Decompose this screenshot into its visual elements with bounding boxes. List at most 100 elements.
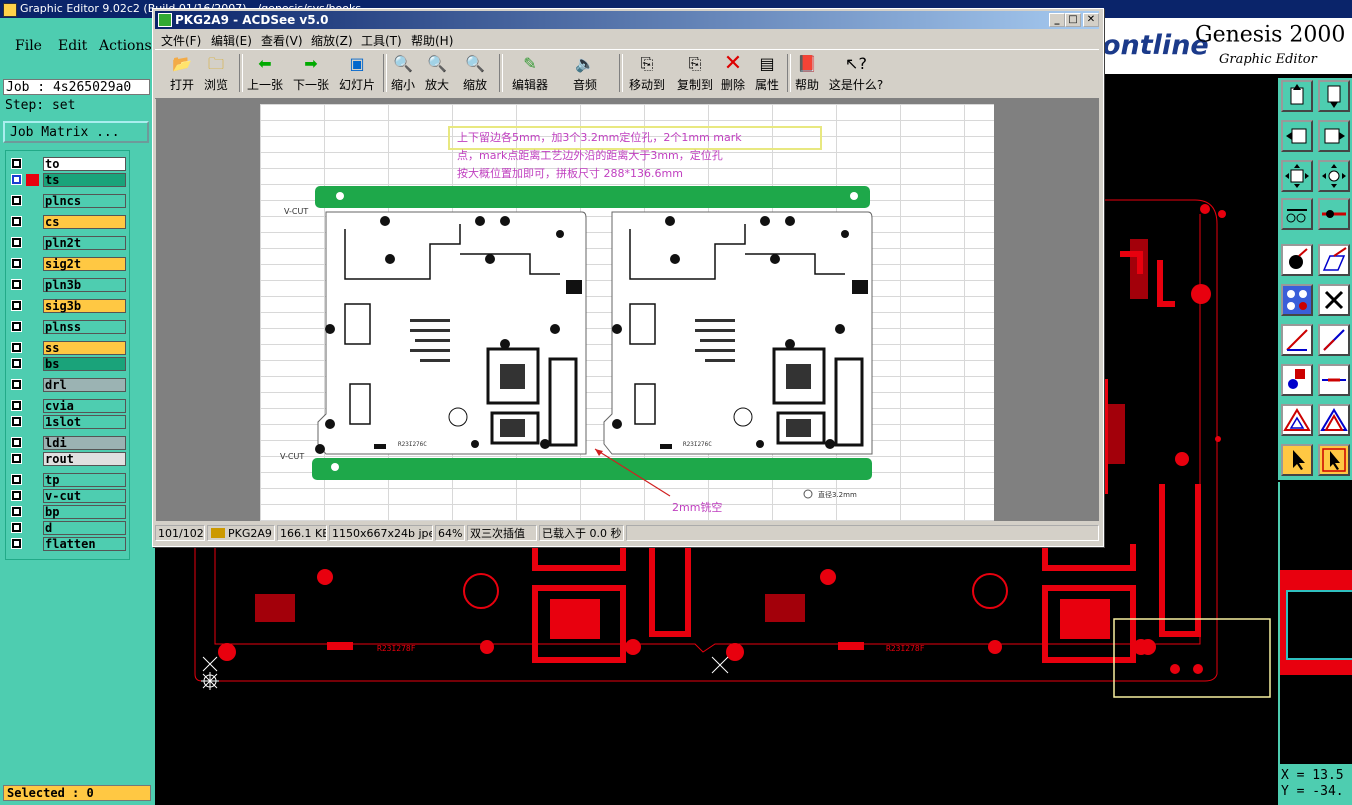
- add-text-icon[interactable]: [1281, 364, 1313, 396]
- tool-slideshow[interactable]: ▣ 幻灯片: [335, 52, 379, 96]
- tool-audio[interactable]: 🔈 音频: [567, 52, 603, 96]
- layer-name[interactable]: v-cut: [43, 489, 126, 503]
- layer-name[interactable]: flatten: [43, 537, 126, 551]
- add-surface-icon[interactable]: [1318, 244, 1350, 276]
- tool-move-to[interactable]: ⎘ 移动到: [625, 52, 669, 96]
- tool-open[interactable]: 📂 打开: [165, 52, 199, 96]
- menu-file[interactable]: 文件(F): [161, 32, 201, 49]
- layer-name[interactable]: ts: [43, 173, 126, 187]
- layer-checkbox[interactable]: [11, 258, 22, 269]
- job-matrix-button[interactable]: Job Matrix ...: [3, 121, 149, 143]
- layer-checkbox[interactable]: [11, 416, 22, 427]
- tool-copy-to[interactable]: ⎘ 复制到: [673, 52, 717, 96]
- layer-name[interactable]: bp: [43, 505, 126, 519]
- layer-checkbox[interactable]: [11, 174, 22, 185]
- layer-name[interactable]: pln3b: [43, 278, 126, 292]
- menu-zoom[interactable]: 缩放(Z): [311, 32, 353, 49]
- layer-row-sig2t[interactable]: sig2t: [8, 257, 128, 272]
- select-box-icon[interactable]: [1318, 444, 1350, 476]
- add-pad-icon[interactable]: [1281, 244, 1313, 276]
- layer-row-v-cut[interactable]: v-cut: [8, 489, 128, 504]
- measure-icon[interactable]: [1318, 198, 1350, 230]
- move-up-icon[interactable]: [1281, 80, 1313, 112]
- tool-whats-this[interactable]: ↖? 这是什么?: [827, 52, 885, 96]
- layer-row-1slot[interactable]: 1slot: [8, 415, 128, 430]
- maximize-button[interactable]: □: [1065, 13, 1081, 27]
- acdsee-titlebar[interactable]: PKG2A9 - ACDSee v5.0 _ □ ✕: [155, 11, 1099, 29]
- move-right-icon[interactable]: [1318, 120, 1350, 152]
- layer-row-cs[interactable]: cs: [8, 215, 128, 230]
- menu-file[interactable]: File: [15, 38, 42, 54]
- tool-zoom[interactable]: 🔍 缩放: [457, 52, 493, 96]
- layer-row-bs[interactable]: bs: [8, 357, 128, 372]
- layer-row-rout[interactable]: rout: [8, 452, 128, 467]
- close-button[interactable]: ✕: [1083, 13, 1099, 27]
- tool-help[interactable]: 📕 帮助: [793, 52, 821, 96]
- layer-name[interactable]: cs: [43, 215, 126, 229]
- tool-zoom-in[interactable]: 🔍 放大: [421, 52, 453, 96]
- layer-checkbox[interactable]: [11, 538, 22, 549]
- tool-properties[interactable]: ▤ 属性: [753, 52, 781, 96]
- layer-name[interactable]: sig3b: [43, 299, 126, 313]
- image-viewport[interactable]: 上下留边各5mm，加3个3.2mm定位孔，2个1mm mark 点，mark点距…: [156, 98, 1099, 521]
- layer-name[interactable]: 1slot: [43, 415, 126, 429]
- layer-name[interactable]: ss: [43, 341, 126, 355]
- layer-name[interactable]: bs: [43, 357, 126, 371]
- layer-name[interactable]: tp: [43, 473, 126, 487]
- minimize-button[interactable]: _: [1049, 13, 1065, 27]
- layer-row-ts[interactable]: ts: [8, 173, 128, 188]
- layer-checkbox[interactable]: [11, 158, 22, 169]
- layer-row-flatten[interactable]: flatten: [8, 537, 128, 552]
- layer-name[interactable]: sig2t: [43, 257, 126, 271]
- add-arc-icon[interactable]: [1318, 324, 1350, 356]
- layer-row-sig3b[interactable]: sig3b: [8, 299, 128, 314]
- tool-next[interactable]: ➡ 下一张: [289, 52, 333, 96]
- layer-checkbox[interactable]: [11, 400, 22, 411]
- scissors-icon[interactable]: [1281, 198, 1313, 230]
- layer-checkbox[interactable]: [11, 237, 22, 248]
- menu-tools[interactable]: 工具(T): [361, 32, 402, 49]
- tool-browse[interactable]: 🗀 浏览: [199, 52, 233, 96]
- menu-help[interactable]: 帮助(H): [411, 32, 453, 49]
- layer-checkbox[interactable]: [11, 506, 22, 517]
- layer-checkbox[interactable]: [11, 300, 22, 311]
- select-arrow-icon[interactable]: [1281, 444, 1313, 476]
- tool-delete[interactable]: ✕ 删除: [719, 52, 747, 96]
- layer-row-ldi[interactable]: ldi: [8, 436, 128, 451]
- tool-zoom-out[interactable]: 🔍 缩小: [387, 52, 419, 96]
- layer-name[interactable]: cvia: [43, 399, 126, 413]
- layer-name[interactable]: plnss: [43, 320, 126, 334]
- layer-row-bp[interactable]: bp: [8, 505, 128, 520]
- pan-icon[interactable]: [1318, 160, 1350, 192]
- layer-row-drl[interactable]: drl: [8, 378, 128, 393]
- layer-checkbox[interactable]: [11, 379, 22, 390]
- layer-checkbox[interactable]: [11, 279, 22, 290]
- overview-map[interactable]: [1278, 482, 1352, 764]
- layer-row-plncs[interactable]: plncs: [8, 194, 128, 209]
- triangle-icon[interactable]: [1318, 404, 1350, 436]
- add-line-icon[interactable]: [1281, 324, 1313, 356]
- layer-name[interactable]: drl: [43, 378, 126, 392]
- polygon-icon[interactable]: [1281, 404, 1313, 436]
- layer-checkbox[interactable]: [11, 321, 22, 332]
- layer-row-cvia[interactable]: cvia: [8, 399, 128, 414]
- layer-checkbox[interactable]: [11, 216, 22, 227]
- zoom-fit-icon[interactable]: [1281, 160, 1313, 192]
- layer-row-ss[interactable]: ss: [8, 341, 128, 356]
- layer-name[interactable]: plncs: [43, 194, 126, 208]
- layer-row-pln3b[interactable]: pln3b: [8, 278, 128, 293]
- layer-row-d[interactable]: d: [8, 521, 128, 536]
- layer-row-tp[interactable]: tp: [8, 473, 128, 488]
- delete-icon[interactable]: [1318, 284, 1350, 316]
- layer-checkbox[interactable]: [11, 474, 22, 485]
- menu-actions[interactable]: Actions: [99, 38, 152, 54]
- move-down-icon[interactable]: [1318, 80, 1350, 112]
- layer-name[interactable]: pln2t: [43, 236, 126, 250]
- layer-row-pln2t[interactable]: pln2t: [8, 236, 128, 251]
- tool-editor[interactable]: ✎ 编辑器: [505, 52, 555, 96]
- acdsee-window[interactable]: PKG2A9 - ACDSee v5.0 _ □ ✕ 文件(F) 编辑(E) 查…: [152, 8, 1104, 547]
- layer-checkbox[interactable]: [11, 522, 22, 533]
- layer-name[interactable]: rout: [43, 452, 126, 466]
- layer-name[interactable]: ldi: [43, 436, 126, 450]
- layer-row-plnss[interactable]: plnss: [8, 320, 128, 335]
